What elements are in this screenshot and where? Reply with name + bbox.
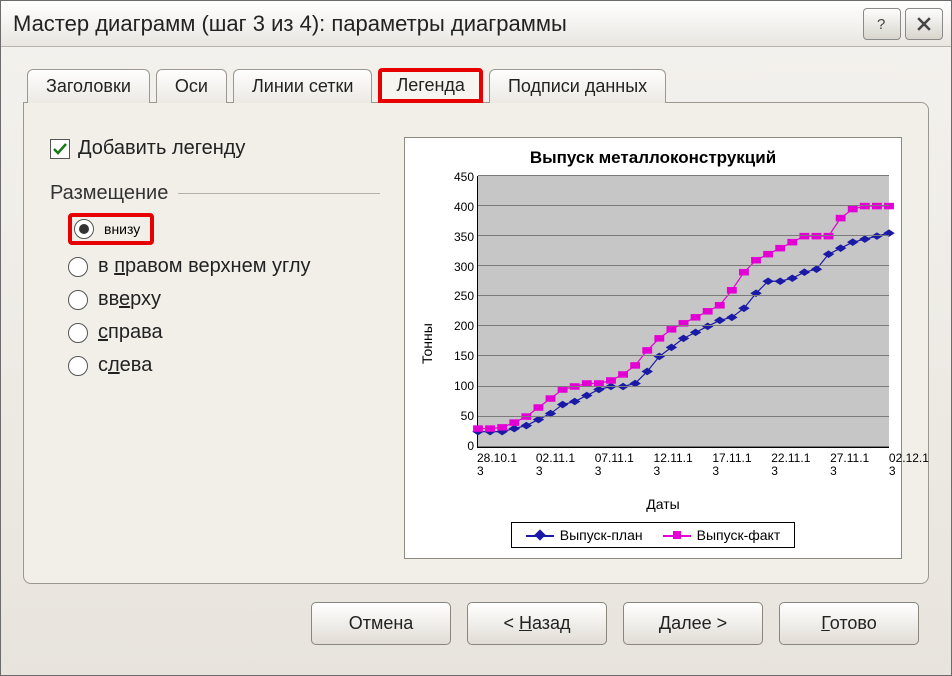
client-area: Заголовки Оси Линии сетки Легенда Подпис… [1, 47, 951, 675]
chart-xlabel: Даты [437, 496, 889, 512]
radio-right[interactable] [68, 323, 88, 343]
radio-bottom[interactable] [74, 219, 94, 239]
radio-top-label: вверху [98, 288, 161, 311]
radio-right-label: справа [98, 321, 163, 344]
tabstrip: Заголовки Оси Линии сетки Легенда Подпис… [23, 67, 929, 102]
chart-ylabel: Тонны [417, 176, 437, 512]
back-button[interactable]: < Назад [467, 602, 607, 645]
tab-panel: Добавить легенду Размещение внизу в прав… [23, 102, 929, 584]
plot-wrap: 050100150200250300350400450 28.10.1302.1… [437, 176, 889, 512]
window-title: Мастер диаграмм (шаг 3 из 4): параметры … [9, 11, 859, 37]
chart-lines [478, 176, 889, 447]
chart-legend: Выпуск-планВыпуск-факт [511, 522, 796, 548]
radio-left-label: слева [98, 354, 152, 377]
legend-options: Добавить легенду Размещение внизу в прав… [50, 137, 380, 559]
x-tick-labels: 28.10.1302.11.1307.11.1312.11.1317.11.13… [477, 452, 889, 478]
radio-top[interactable] [68, 290, 88, 310]
help-icon: ? [872, 14, 892, 34]
svg-text:?: ? [877, 16, 885, 33]
radio-left-row[interactable]: слева [68, 354, 380, 377]
plot-area: 050100150200250300350400450 [477, 176, 889, 448]
radio-left[interactable] [68, 356, 88, 376]
radio-bottom-label: внизу [104, 221, 140, 237]
radio-top-right-row[interactable]: в правом верхнем углу [68, 255, 380, 278]
chart-body: Тонны 050100150200250300350400450 28.10.… [417, 176, 889, 512]
dialog-window: Мастер диаграмм (шаг 3 из 4): параметры … [0, 0, 952, 676]
close-icon [914, 14, 934, 34]
radio-top-right-label: в правом верхнем углу [98, 255, 311, 278]
help-button[interactable]: ? [863, 8, 901, 40]
radio-top-right[interactable] [68, 257, 88, 277]
add-legend-checkbox-row[interactable]: Добавить легенду [50, 137, 380, 160]
chart-title: Выпуск металлоконструкций [417, 148, 889, 168]
cancel-button[interactable]: Отмена [311, 602, 451, 645]
add-legend-checkbox[interactable] [50, 139, 70, 159]
chart-preview: Выпуск металлоконструкций Тонны 05010015… [404, 137, 902, 559]
radio-top-row[interactable]: вверху [68, 288, 380, 311]
dialog-buttons: Отмена < Назад Далее > Готово [23, 584, 929, 665]
add-legend-label: Добавить легенду [78, 137, 245, 160]
y-tick-labels: 050100150200250300350400450 [440, 170, 474, 453]
close-button[interactable] [905, 8, 943, 40]
tab-datalabels[interactable]: Подписи данных [489, 69, 666, 103]
placement-radios: внизу в правом верхнем углу вверху справ… [50, 213, 380, 377]
tab-legend[interactable]: Легенда [378, 68, 482, 103]
radio-bottom-highlight: внизу [68, 213, 154, 245]
titlebar: Мастер диаграмм (шаг 3 из 4): параметры … [1, 1, 951, 47]
tab-axes[interactable]: Оси [156, 69, 227, 103]
radio-right-row[interactable]: справа [68, 321, 380, 344]
tab-gridlines[interactable]: Линии сетки [233, 69, 373, 103]
finish-button[interactable]: Готово [779, 602, 919, 645]
check-icon [52, 141, 68, 157]
group-divider [178, 193, 380, 194]
tab-titles[interactable]: Заголовки [27, 69, 150, 103]
placement-group-label: Размещение [50, 182, 380, 205]
next-button[interactable]: Далее > [623, 602, 763, 645]
